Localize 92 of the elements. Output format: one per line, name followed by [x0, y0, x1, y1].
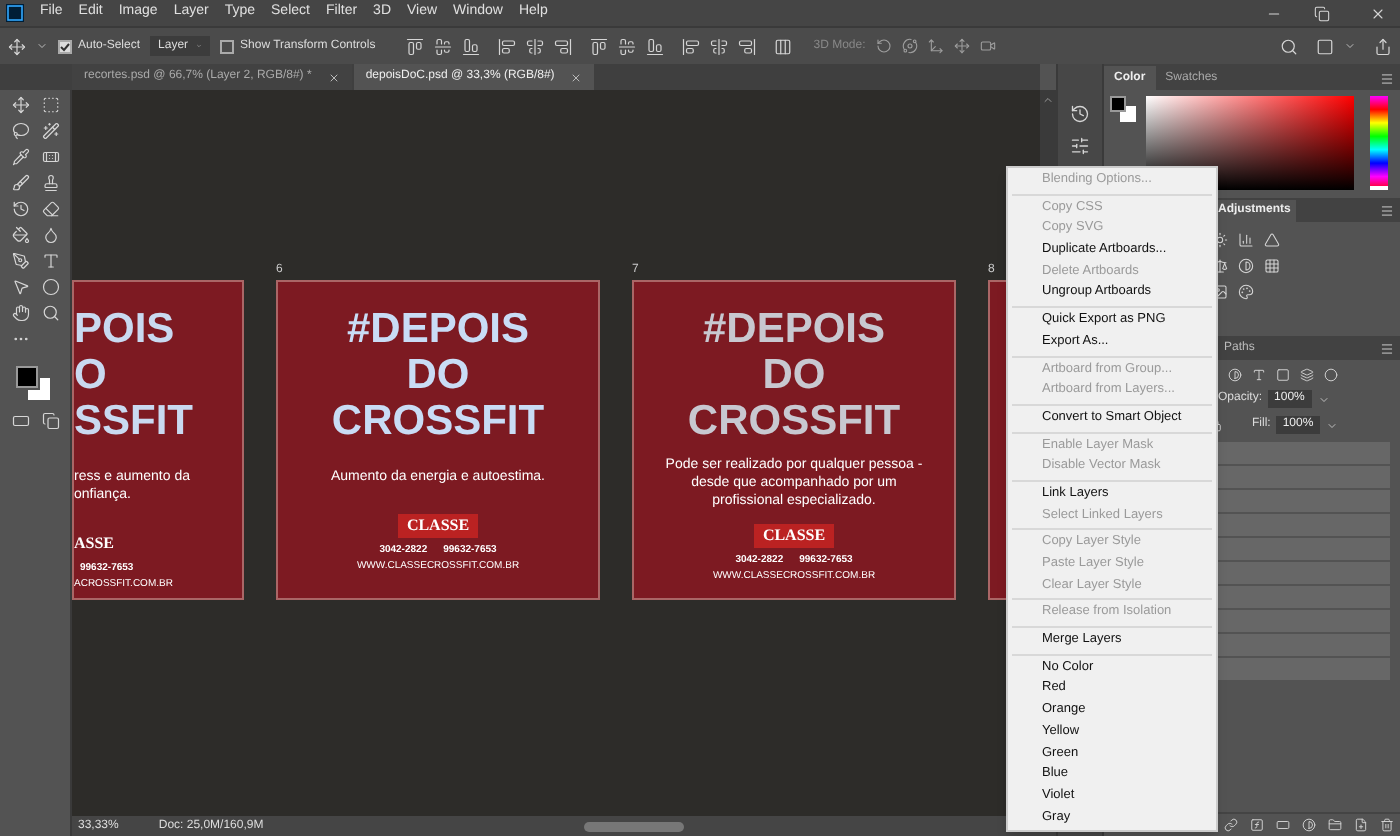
bandage-tool-icon[interactable]: [41, 148, 59, 166]
eraser-tool-icon[interactable]: [41, 200, 59, 218]
mask-icon[interactable]: [1276, 818, 1290, 832]
workspace-icon[interactable]: [1316, 37, 1334, 55]
contrast-icon[interactable]: [1238, 258, 1254, 274]
trash-icon[interactable]: [1380, 818, 1394, 832]
align-top-icon[interactable]: [405, 37, 424, 55]
logo-text: CLASSE: [398, 514, 478, 538]
toggle-filter-icon[interactable]: [1324, 368, 1338, 382]
close-icon[interactable]: [570, 71, 583, 83]
artboard-headline: #DEPOIS: [702, 306, 886, 352]
panel-menu-icon[interactable]: [1380, 72, 1394, 86]
panel-menu-icon[interactable]: [1380, 342, 1394, 356]
lasso-tool-icon[interactable]: [11, 122, 29, 140]
type-tool-icon[interactable]: [41, 252, 59, 270]
wand-tool-icon[interactable]: [41, 122, 59, 140]
marquee-tool-icon[interactable]: [41, 96, 59, 114]
move-icon[interactable]: [8, 37, 26, 55]
background-color-swatch[interactable]: [27, 378, 49, 400]
distribute-left-icon[interactable]: [681, 37, 700, 55]
balance-icon[interactable]: [1212, 258, 1228, 274]
history-panel-icon[interactable]: [1070, 104, 1090, 124]
brush-tool-icon[interactable]: [11, 174, 29, 192]
brightness-icon[interactable]: [1212, 232, 1228, 248]
move-tool-icon[interactable]: [11, 96, 29, 114]
align-middle-icon[interactable]: [433, 37, 452, 55]
horizontal-scrollbar[interactable]: [583, 821, 684, 831]
checkmark-icon: [60, 41, 70, 51]
effects-icon[interactable]: [1250, 818, 1264, 832]
app-logo-icon[interactable]: [6, 4, 24, 22]
rotate-icon[interactable]: [875, 38, 892, 54]
align-left-icon[interactable]: [497, 37, 516, 55]
distribute-center-icon[interactable]: [709, 37, 728, 55]
artboard-headline: POIS: [74, 306, 177, 352]
artboard-headline: O: [74, 352, 109, 398]
search-icon[interactable]: [1280, 37, 1298, 55]
grid-icon[interactable]: [1264, 258, 1280, 274]
restore-icon[interactable]: [1314, 5, 1330, 21]
align-center-icon[interactable]: [525, 37, 544, 55]
checkbox[interactable]: [220, 39, 235, 53]
video-camera-icon[interactable]: [979, 38, 996, 54]
orbit-icon[interactable]: [901, 38, 918, 54]
background-color-swatch[interactable]: [1120, 106, 1136, 122]
artboard-headline: DO: [406, 352, 470, 398]
close-icon[interactable]: [327, 71, 340, 83]
eyedropper-tool-icon[interactable]: [11, 148, 29, 166]
pointer-tool-icon[interactable]: [11, 278, 29, 296]
gradient-icon[interactable]: [1264, 232, 1280, 248]
smart-filter-icon[interactable]: [1300, 368, 1314, 382]
history-brush-icon[interactable]: [11, 200, 29, 218]
pen-tool-icon[interactable]: [11, 252, 29, 270]
panel-menu-icon[interactable]: [1380, 204, 1394, 218]
logo-text: ASSE: [74, 532, 117, 556]
align-right-icon[interactable]: [553, 37, 572, 55]
palette-icon[interactable]: [1238, 284, 1254, 300]
shape-filter-icon[interactable]: [1276, 368, 1290, 382]
ellipse-tool-icon[interactable]: [41, 278, 59, 296]
properties-panel-icon[interactable]: [1070, 136, 1090, 156]
artboard-headline: #DEPOIS: [346, 306, 530, 352]
hand-tool-icon[interactable]: [11, 304, 29, 322]
drop-tool-icon[interactable]: [41, 226, 59, 244]
distribute-right-icon[interactable]: [737, 37, 756, 55]
adjustment-filter-icon[interactable]: [1228, 368, 1242, 382]
columns-icon[interactable]: [773, 37, 792, 55]
adjustment-layer-icon[interactable]: [1302, 818, 1316, 832]
close-icon[interactable]: [1370, 5, 1386, 21]
levels-icon[interactable]: [1238, 232, 1254, 248]
distribute-middle-icon[interactable]: [617, 37, 636, 55]
screen-mode-icon[interactable]: [41, 412, 59, 430]
logo-text: CLASSE: [754, 524, 834, 548]
artboard-headline: SSFIT: [74, 398, 196, 444]
zoom-tool-icon[interactable]: [41, 304, 59, 322]
move-3d-icon[interactable]: [927, 38, 944, 54]
bucket-tool-icon[interactable]: [11, 226, 29, 244]
stamp-tool-icon[interactable]: [41, 174, 59, 192]
distribute-top-icon[interactable]: [589, 37, 608, 55]
artboard-headline: CROSSFIT: [687, 398, 901, 444]
share-icon[interactable]: [1374, 37, 1392, 55]
folder-icon[interactable]: [1328, 818, 1342, 832]
quick-mask-icon[interactable]: [11, 412, 29, 430]
artboard-headline: DO: [762, 352, 826, 398]
new-layer-icon[interactable]: [1354, 818, 1368, 832]
hue-slider[interactable]: [1370, 96, 1388, 190]
type-filter-icon[interactable]: [1252, 368, 1266, 382]
pan-icon[interactable]: [953, 38, 970, 54]
checkbox[interactable]: [58, 39, 72, 53]
foreground-color-swatch[interactable]: [15, 366, 37, 388]
foreground-color-swatch[interactable]: [1110, 96, 1126, 112]
artboard-headline: CROSSFIT: [331, 398, 545, 444]
distribute-bottom-icon[interactable]: [645, 37, 664, 55]
align-bottom-icon[interactable]: [461, 37, 480, 55]
link-icon[interactable]: [1224, 818, 1238, 832]
